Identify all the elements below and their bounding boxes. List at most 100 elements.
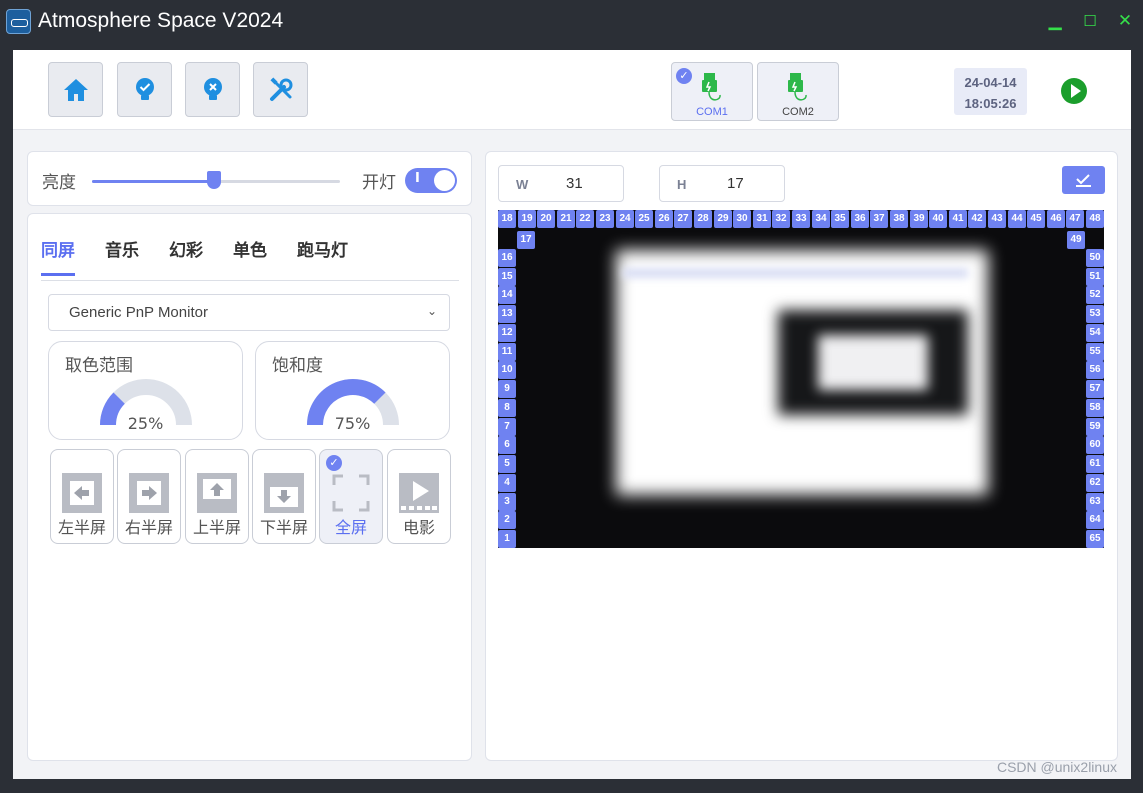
mode-movie-button[interactable]: 电影 (387, 449, 451, 544)
saturation-gauge[interactable]: 饱和度 75% (255, 341, 450, 440)
led-cell[interactable]: 60 (1086, 436, 1104, 454)
com2-port-button[interactable]: COM2 (757, 62, 839, 121)
lamp-toggle[interactable]: I (405, 168, 457, 193)
led-cell[interactable]: 18 (498, 210, 516, 228)
led-cell[interactable]: 31 (753, 210, 771, 228)
led-cell[interactable]: 54 (1086, 324, 1104, 342)
tab-music[interactable]: 音乐 (105, 236, 139, 261)
width-label: W (516, 177, 529, 192)
led-cell[interactable]: 46 (1047, 210, 1065, 228)
led-cell[interactable]: 41 (949, 210, 967, 228)
led-cell[interactable]: 37 (870, 210, 888, 228)
led-cell[interactable]: 45 (1027, 210, 1045, 228)
led-cell[interactable]: 34 (812, 210, 830, 228)
led-cell[interactable]: 63 (1086, 493, 1104, 511)
led-cell[interactable]: 56 (1086, 361, 1104, 379)
led-cell[interactable]: 43 (988, 210, 1006, 228)
play-button[interactable] (1061, 78, 1087, 104)
led-cell[interactable]: 12 (498, 324, 516, 342)
led-cell[interactable]: 29 (714, 210, 732, 228)
led-cell[interactable]: 25 (635, 210, 653, 228)
mode-fullscreen-button[interactable]: ✓ 全屏 (319, 449, 383, 544)
width-input[interactable]: W 31 (498, 165, 624, 202)
led-cell[interactable]: 26 (655, 210, 673, 228)
led-cell[interactable]: 22 (576, 210, 594, 228)
left-half-icon (62, 473, 102, 513)
led-cell[interactable]: 40 (929, 210, 947, 228)
led-cell[interactable]: 36 (851, 210, 869, 228)
led-cell[interactable]: 47 (1066, 210, 1084, 228)
tab-sync-screen[interactable]: 同屏 (41, 236, 75, 276)
maximize-button[interactable]: ☐ (1081, 12, 1099, 30)
led-cell[interactable]: 62 (1086, 474, 1104, 492)
led-cell[interactable]: 53 (1086, 305, 1104, 323)
led-cell[interactable]: 28 (694, 210, 712, 228)
led-cell[interactable]: 57 (1086, 380, 1104, 398)
light-off-button[interactable] (185, 62, 240, 117)
led-cell[interactable]: 13 (498, 305, 516, 323)
minimize-button[interactable]: ▁ (1046, 12, 1064, 30)
led-cell[interactable]: 42 (968, 210, 986, 228)
led-cell[interactable]: 9 (498, 380, 516, 398)
brightness-slider-thumb[interactable] (206, 171, 221, 189)
led-cell[interactable]: 8 (498, 399, 516, 417)
led-cell[interactable]: 7 (498, 418, 516, 436)
led-cell[interactable]: 14 (498, 286, 516, 304)
height-input[interactable]: H 17 (659, 165, 785, 202)
tab-single-color[interactable]: 单色 (233, 236, 267, 261)
tab-colorful[interactable]: 幻彩 (169, 236, 203, 261)
led-cell[interactable]: 55 (1086, 343, 1104, 361)
led-cell[interactable]: 50 (1086, 249, 1104, 267)
led-cell[interactable]: 21 (557, 210, 575, 228)
led-cell[interactable]: 61 (1086, 455, 1104, 473)
led-cell[interactable]: 5 (498, 455, 516, 473)
led-cell[interactable]: 30 (733, 210, 751, 228)
led-cell[interactable]: 24 (616, 210, 634, 228)
monitor-select[interactable]: Generic PnP Monitor ⌄ (48, 294, 450, 331)
led-cell[interactable]: 33 (792, 210, 810, 228)
tab-marquee[interactable]: 跑马灯 (297, 236, 348, 261)
led-cell[interactable]: 59 (1086, 418, 1104, 436)
color-range-gauge[interactable]: 取色范围 25% (48, 341, 243, 440)
led-cell[interactable]: 38 (890, 210, 908, 228)
led-cell[interactable]: 51 (1086, 268, 1104, 286)
led-cell[interactable]: 35 (831, 210, 849, 228)
led-cell[interactable]: 58 (1086, 399, 1104, 417)
led-cell[interactable]: 39 (910, 210, 928, 228)
led-cell[interactable]: 4 (498, 474, 516, 492)
home-button[interactable] (48, 62, 103, 117)
led-cell[interactable]: 48 (1086, 210, 1104, 228)
led-cell[interactable]: 1 (498, 530, 516, 548)
led-cell[interactable]: 6 (498, 436, 516, 454)
mode-right-half-button[interactable]: 右半屏 (117, 449, 181, 544)
led-cell[interactable]: 32 (772, 210, 790, 228)
led-cell[interactable]: 11 (498, 343, 516, 361)
close-button[interactable]: ✕ (1116, 12, 1134, 30)
mode-bottom-half-button[interactable]: 下半屏 (252, 449, 316, 544)
light-on-button[interactable] (117, 62, 172, 117)
led-cell[interactable]: 27 (674, 210, 692, 228)
led-cell[interactable]: 10 (498, 361, 516, 379)
settings-tools-button[interactable] (253, 62, 308, 117)
led-cell[interactable]: 3 (498, 493, 516, 511)
mode-label: 上半屏 (192, 518, 241, 537)
led-cell[interactable]: 64 (1086, 511, 1104, 529)
led-cell[interactable]: 65 (1086, 530, 1104, 548)
gauge-title: 饱和度 (272, 356, 323, 376)
led-cell[interactable]: 49 (1067, 231, 1085, 249)
led-cell[interactable]: 16 (498, 249, 516, 267)
brightness-slider[interactable] (92, 171, 340, 189)
led-cell[interactable]: 19 (518, 210, 536, 228)
led-cell[interactable]: 52 (1086, 286, 1104, 304)
led-cell[interactable]: 17 (517, 231, 535, 249)
led-cell[interactable]: 2 (498, 511, 516, 529)
led-cell[interactable]: 20 (537, 210, 555, 228)
led-cell[interactable]: 15 (498, 268, 516, 286)
mode-left-half-button[interactable]: 左半屏 (50, 449, 114, 544)
led-cell[interactable]: 44 (1008, 210, 1026, 228)
apply-button[interactable] (1062, 166, 1105, 194)
com1-port-button[interactable]: ✓ COM1 (671, 62, 753, 121)
mode-top-half-button[interactable]: 上半屏 (185, 449, 249, 544)
mode-label: 下半屏 (259, 518, 308, 537)
led-cell[interactable]: 23 (596, 210, 614, 228)
